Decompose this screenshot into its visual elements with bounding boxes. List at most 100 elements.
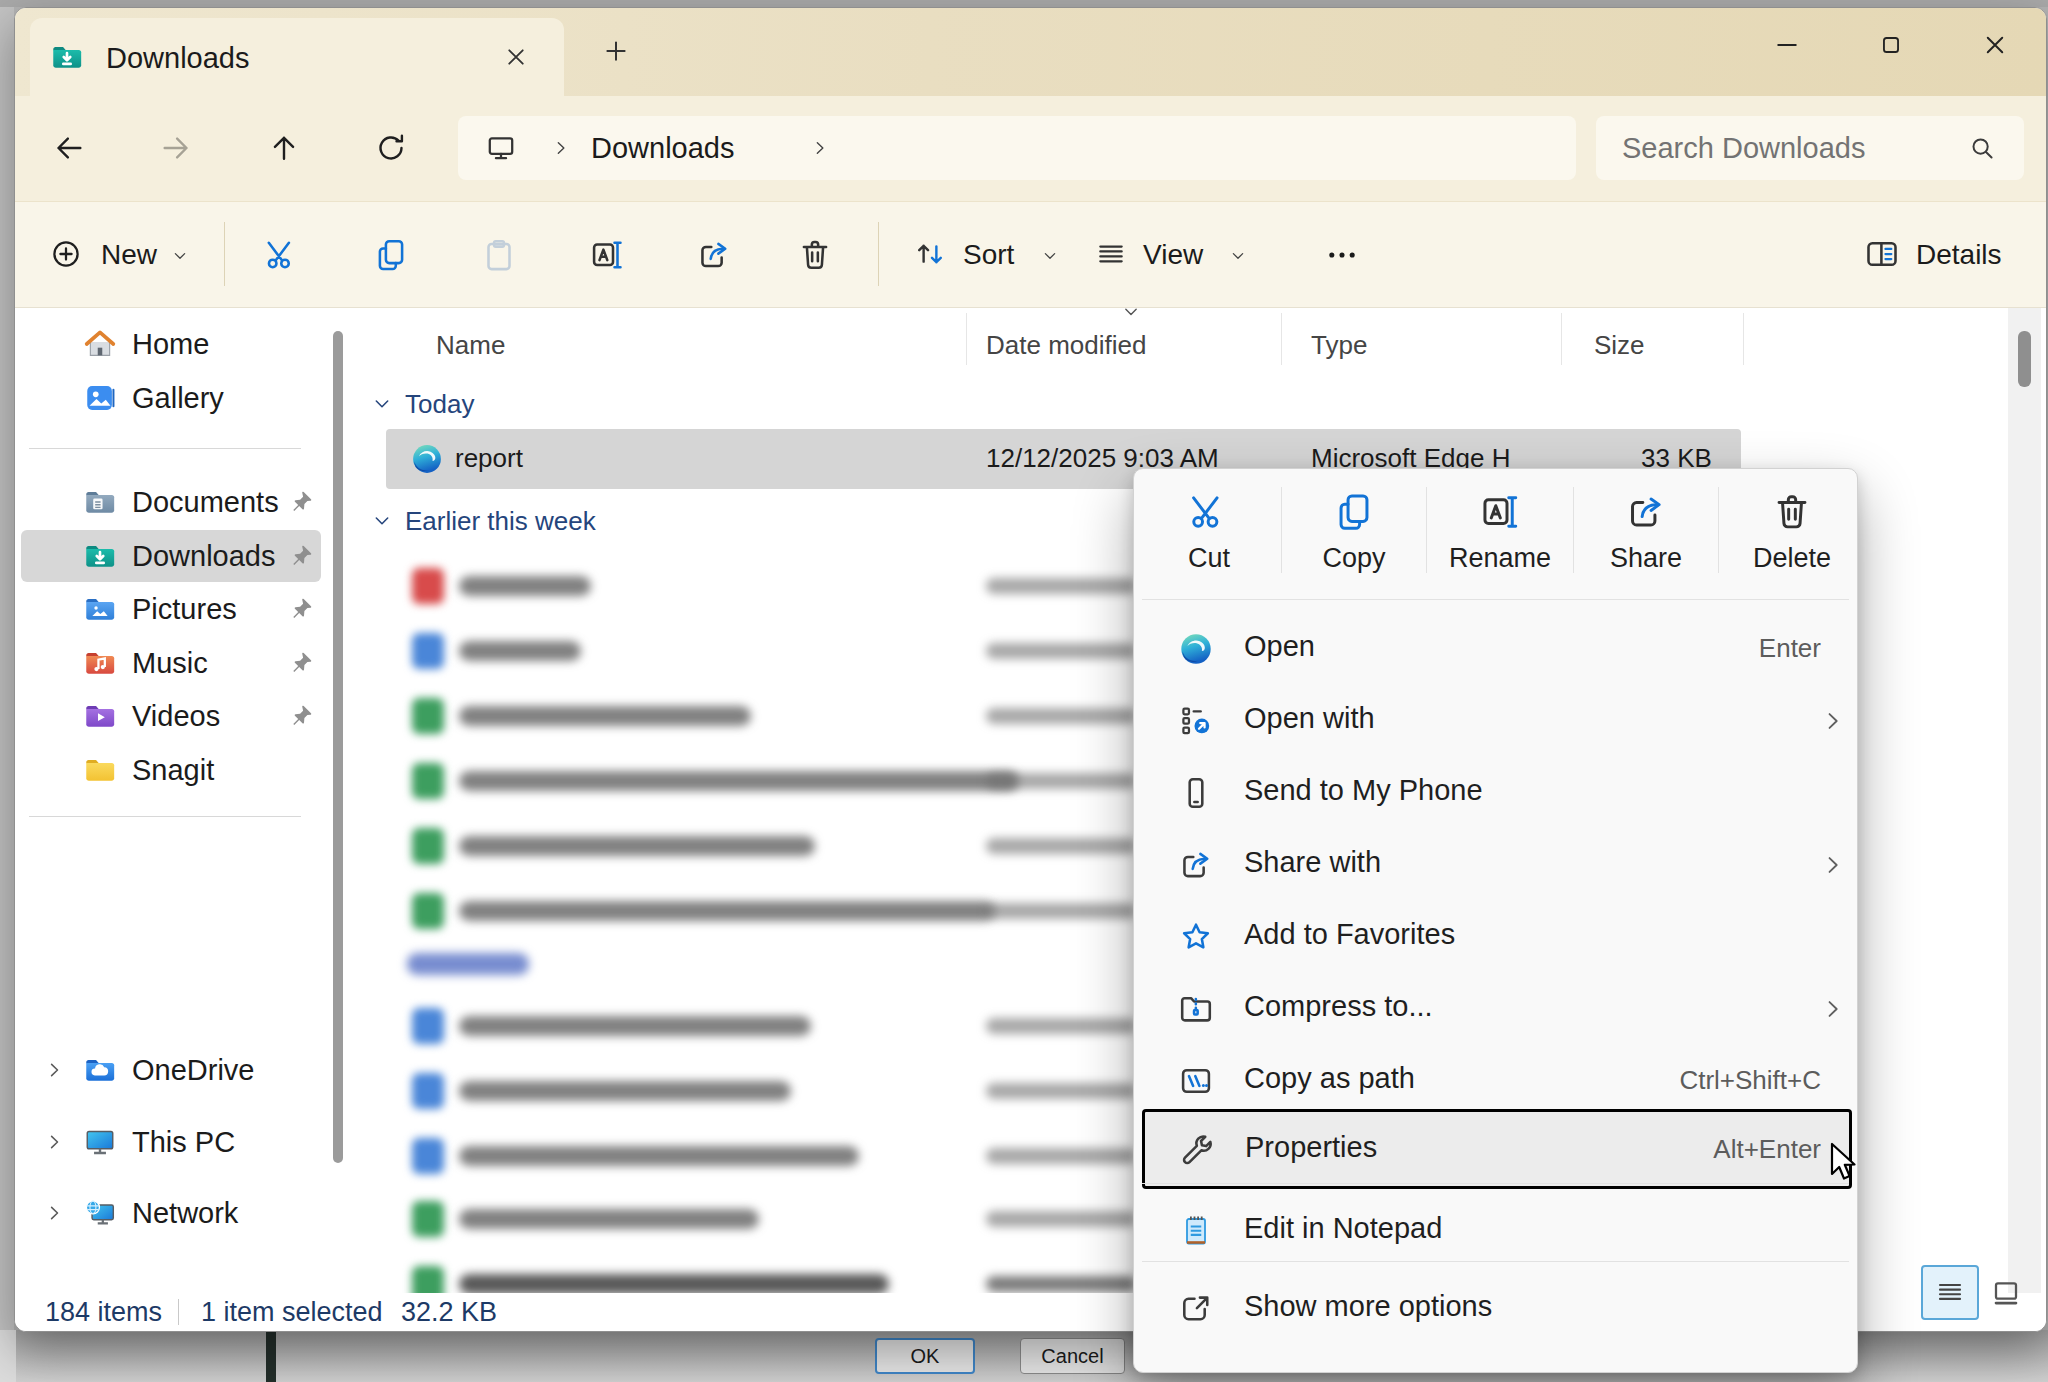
delete-icon[interactable] [797, 237, 833, 273]
context-item-label: Edit in Notepad [1244, 1212, 1442, 1245]
view-details-toggle[interactable] [1921, 1265, 1979, 1320]
moreopt-icon [1178, 1291, 1214, 1327]
up-icon[interactable] [267, 131, 301, 165]
search-placeholder: Search Downloads [1622, 132, 1865, 165]
minimize-icon[interactable] [1773, 31, 1801, 59]
context-item-shortcut: Ctrl+Shift+C [1679, 1065, 1821, 1096]
cut-icon [1188, 491, 1230, 533]
divider [1142, 1183, 1849, 1184]
copy-icon [1333, 491, 1375, 533]
redacted-file-name [459, 1016, 811, 1036]
ok-button[interactable]: OK [875, 1338, 975, 1374]
copy-icon[interactable] [373, 237, 409, 273]
word-file-icon [412, 1008, 444, 1044]
word-file-icon [412, 1138, 444, 1174]
details-view-icon [1935, 1277, 1965, 1307]
divider [1426, 487, 1427, 573]
group-header-today[interactable]: Today [405, 389, 474, 420]
view-icon [1095, 238, 1127, 270]
background-dialog-edge [0, 1330, 16, 1382]
maximize-icon[interactable] [1878, 32, 1904, 58]
details-toggle[interactable]: Details [1851, 224, 2031, 284]
context-item-copy-as-path[interactable]: Copy as path Ctrl+Shift+C [1144, 1045, 1849, 1117]
context-action-label: Share [1584, 543, 1708, 574]
cut-icon[interactable] [264, 237, 300, 273]
redacted-file-date [986, 773, 1136, 789]
context-action-copy[interactable]: Copy [1292, 481, 1416, 589]
details-label: Details [1916, 239, 2002, 271]
mouse-cursor [1822, 1140, 1862, 1186]
word-file-icon [412, 1073, 444, 1109]
tab-downloads[interactable]: Downloads [30, 18, 564, 96]
context-item-edit-in-notepad[interactable]: Edit in Notepad [1144, 1195, 1849, 1267]
context-item-label: Send to My Phone [1244, 774, 1483, 807]
context-item-add-to-favorites[interactable]: Add to Favorites [1144, 901, 1849, 973]
group-collapse-icon[interactable] [371, 393, 393, 415]
context-action-rename[interactable]: Rename [1438, 481, 1562, 589]
context-item-open[interactable]: OpenEnter [1144, 613, 1849, 685]
phone-icon [1178, 775, 1214, 811]
context-item-compress-to-[interactable]: Compress to... [1144, 973, 1849, 1045]
divider [224, 222, 225, 286]
window-close-icon[interactable] [1981, 31, 2009, 59]
search-box[interactable]: Search Downloads [1596, 116, 2024, 180]
view-icons-toggle[interactable] [1989, 1278, 2023, 1310]
address-bar[interactable]: Downloads [458, 116, 1576, 180]
cancel-button[interactable]: Cancel [1020, 1338, 1125, 1374]
downloads-folder-icon [50, 40, 84, 74]
command-bar: New Sort View Details [15, 201, 2046, 308]
redacted-file-date [986, 1018, 1136, 1034]
context-item-send-to-my-phone[interactable]: Send to My Phone [1144, 757, 1849, 829]
search-icon[interactable] [1968, 134, 1996, 162]
edge-icon [1178, 631, 1214, 667]
tab-close-icon[interactable] [503, 44, 529, 70]
share-icon[interactable] [696, 237, 732, 273]
forward-icon[interactable] [159, 131, 193, 165]
refresh-icon[interactable] [374, 131, 408, 165]
context-action-label: Delete [1730, 543, 1854, 574]
context-item-show-more-options[interactable]: Show more options [1144, 1273, 1849, 1345]
tab-title: Downloads [106, 42, 249, 75]
breadcrumb[interactable]: Downloads [591, 132, 734, 165]
context-item-share-with[interactable]: Share with [1144, 829, 1849, 901]
context-item-properties[interactable]: PropertiesAlt+Enter [1142, 1109, 1852, 1189]
new-tab-icon[interactable] [602, 37, 630, 65]
context-item-label: Compress to... [1244, 990, 1433, 1023]
context-action-delete[interactable]: Delete [1730, 481, 1854, 589]
breadcrumb-chevron-icon[interactable] [551, 138, 571, 158]
breadcrumb-chevron2-icon[interactable] [810, 138, 830, 158]
context-item-label: Add to Favorites [1244, 918, 1455, 951]
group-header-last-week-redacted[interactable] [407, 953, 529, 975]
redacted-file-name [459, 771, 1019, 791]
context-action-share[interactable]: Share [1584, 481, 1708, 589]
context-action-label: Rename [1438, 543, 1562, 574]
group-collapse-icon[interactable] [371, 510, 393, 532]
list-scrollbar-track[interactable] [2008, 308, 2041, 1293]
more-icon[interactable] [1325, 238, 1359, 272]
selection-count: 1 item selected [201, 1297, 383, 1328]
trash-icon [1771, 491, 1813, 533]
divider [1281, 487, 1282, 573]
status-divider [178, 1299, 179, 1325]
redacted-file-date [986, 1083, 1136, 1099]
redacted-file-date [986, 643, 1136, 659]
view-button[interactable]: View [1087, 224, 1263, 284]
icons-view-icon [1989, 1278, 2023, 1310]
context-item-label: Properties [1245, 1131, 1377, 1164]
view-chevron-icon [1229, 247, 1247, 265]
sharewith-icon [1178, 847, 1214, 883]
context-item-label: Copy as path [1244, 1062, 1415, 1095]
new-button[interactable]: New [43, 224, 203, 284]
sort-chevron-icon [1041, 247, 1059, 265]
context-item-label: Open with [1244, 702, 1375, 735]
sort-button[interactable]: Sort [905, 224, 1075, 284]
context-action-cut[interactable]: Cut [1147, 481, 1271, 589]
group-header-earlier[interactable]: Earlier this week [405, 506, 596, 537]
list-scrollbar-thumb[interactable] [2018, 331, 2031, 387]
paste-icon[interactable] [481, 237, 517, 273]
context-item-open-with[interactable]: Open with [1144, 685, 1849, 757]
screen-left-strip [0, 7, 14, 1330]
back-icon[interactable] [52, 131, 86, 165]
word-file-icon [412, 633, 444, 669]
rename-icon[interactable] [589, 237, 625, 273]
